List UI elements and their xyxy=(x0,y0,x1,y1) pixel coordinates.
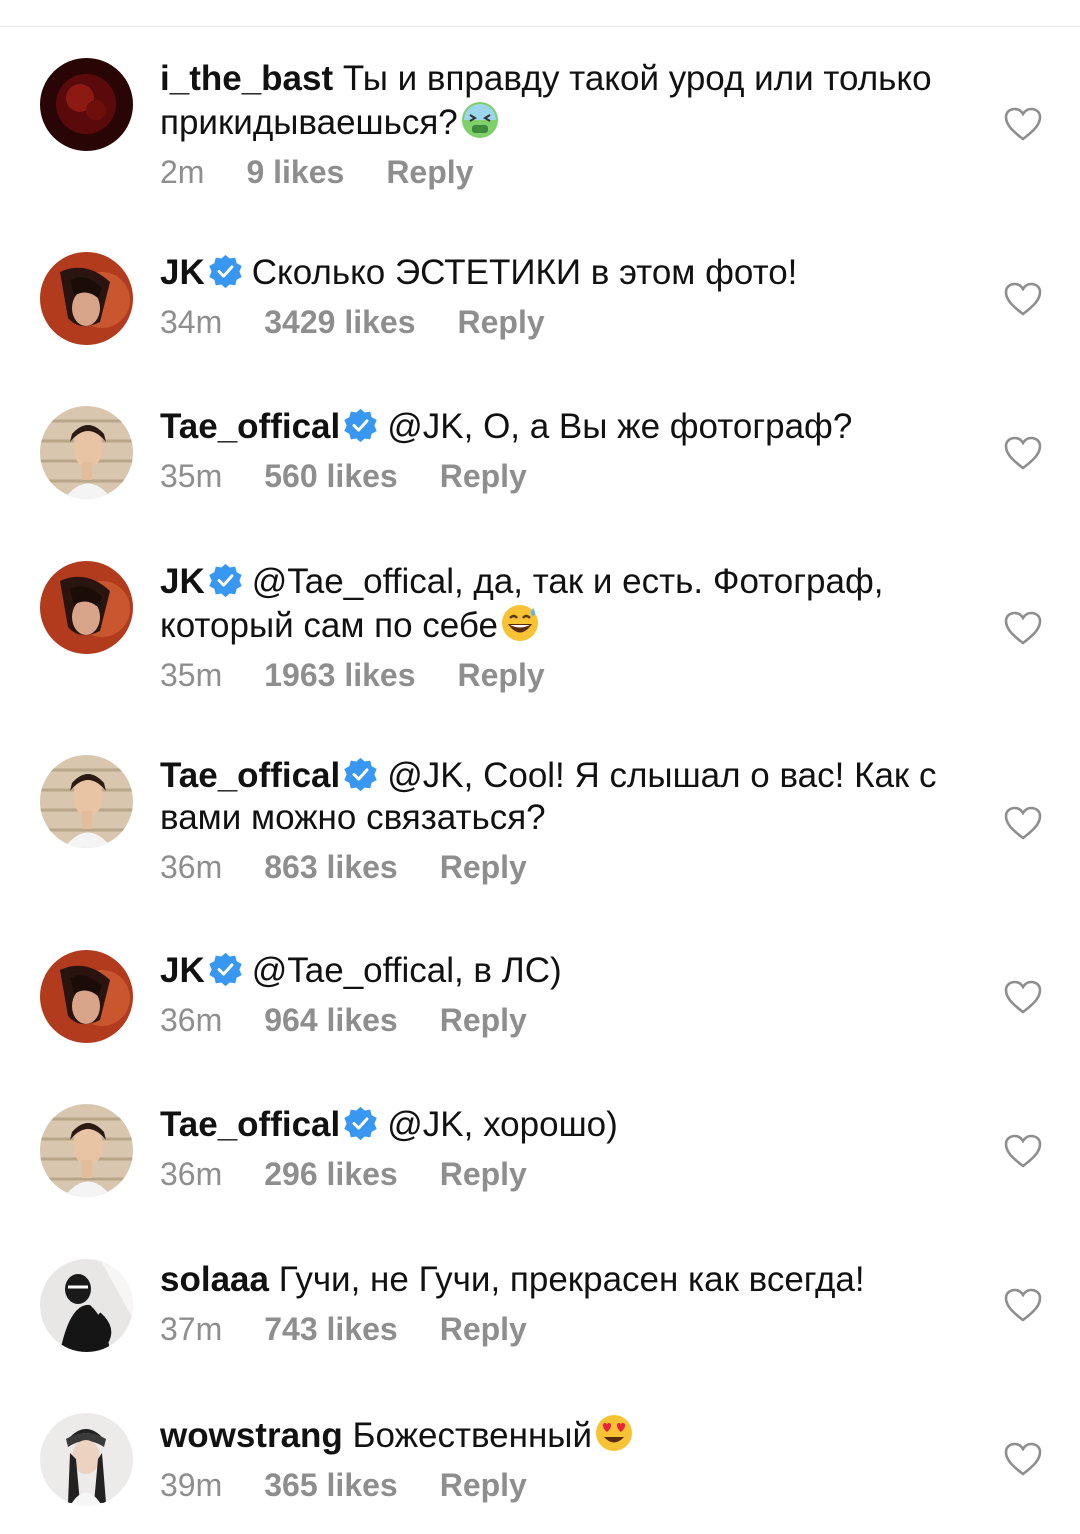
comment-username[interactable]: wowstrang xyxy=(160,1416,343,1455)
verified-badge-icon xyxy=(342,407,379,444)
comment-likes[interactable]: 9 likes xyxy=(246,152,344,192)
comment-text: Божественный xyxy=(352,1416,593,1455)
avatar[interactable] xyxy=(40,1104,133,1197)
comment-likes[interactable]: 964 likes xyxy=(264,1000,397,1040)
comment-likes[interactable]: 1963 likes xyxy=(264,655,415,695)
comment-text: @Tae_offical, в ЛС) xyxy=(251,951,562,990)
like-heart-icon[interactable] xyxy=(1003,106,1043,142)
reply-button[interactable]: Reply xyxy=(440,1309,527,1349)
reply-button[interactable]: Reply xyxy=(386,152,473,192)
comment-time: 39m xyxy=(160,1467,223,1503)
verified-badge-icon xyxy=(207,951,244,988)
comment-time: 34m xyxy=(160,304,223,340)
comment-text: @JK, О, а Вы же фотограф? xyxy=(387,407,853,446)
reply-button[interactable]: Reply xyxy=(458,655,545,695)
comment-username[interactable]: Tae_offical xyxy=(160,756,340,795)
comment-text: Сколько ЭСТЕТИКИ в этом фото! xyxy=(251,253,798,292)
verified-badge-icon xyxy=(207,562,244,599)
comment-username[interactable]: Tae_offical xyxy=(160,407,340,446)
like-heart-icon[interactable] xyxy=(1003,435,1043,471)
reply-button[interactable]: Reply xyxy=(458,302,545,342)
comment-time: 2m xyxy=(160,154,205,190)
reply-button[interactable]: Reply xyxy=(440,1154,527,1194)
verified-badge-icon xyxy=(342,1105,379,1142)
reply-button[interactable]: Reply xyxy=(440,1000,527,1040)
comment-text: @JK, хорошо) xyxy=(387,1105,618,1144)
like-heart-icon[interactable] xyxy=(1003,610,1043,646)
top-divider xyxy=(0,26,1080,27)
comment-likes[interactable]: 296 likes xyxy=(264,1154,397,1194)
reply-button[interactable]: Reply xyxy=(440,1465,527,1505)
comment-time: 35m xyxy=(160,458,223,494)
reply-button[interactable]: Reply xyxy=(440,456,527,496)
reply-button[interactable]: Reply xyxy=(440,847,527,887)
heart-eyes-icon xyxy=(594,1413,634,1453)
like-heart-icon[interactable] xyxy=(1003,1287,1043,1323)
comment-time: 36m xyxy=(160,1156,223,1192)
comment-username[interactable]: JK xyxy=(160,951,205,990)
comment-time: 35m xyxy=(160,657,223,693)
avatar[interactable] xyxy=(40,755,133,848)
comment-likes[interactable]: 365 likes xyxy=(264,1465,397,1505)
verified-badge-icon xyxy=(342,756,379,793)
comment-username[interactable]: JK xyxy=(160,253,205,292)
comment-username[interactable]: Tae_offical xyxy=(160,1105,340,1144)
like-heart-icon[interactable] xyxy=(1003,979,1043,1015)
comment-username[interactable]: solaaa xyxy=(160,1260,269,1299)
comment-time: 37m xyxy=(160,1311,223,1347)
verified-badge-icon xyxy=(207,253,244,290)
like-heart-icon[interactable] xyxy=(1003,1133,1043,1169)
avatar[interactable] xyxy=(40,252,133,345)
grinning-sweat-icon xyxy=(500,603,540,643)
avatar[interactable] xyxy=(40,1259,133,1352)
like-heart-icon[interactable] xyxy=(1003,805,1043,841)
comment-likes[interactable]: 560 likes xyxy=(264,456,397,496)
like-heart-icon[interactable] xyxy=(1003,281,1043,317)
comment-likes[interactable]: 863 likes xyxy=(264,847,397,887)
like-heart-icon[interactable] xyxy=(1003,1441,1043,1477)
comment-time: 36m xyxy=(160,849,223,885)
avatar[interactable] xyxy=(40,58,133,151)
comment-likes[interactable]: 743 likes xyxy=(264,1309,397,1349)
comment-likes[interactable]: 3429 likes xyxy=(264,302,415,342)
comment-text: Гучи, не Гучи, прекрасен как всегда! xyxy=(278,1260,865,1299)
comment-time: 36m xyxy=(160,1002,223,1038)
avatar[interactable] xyxy=(40,561,133,654)
avatar[interactable] xyxy=(40,406,133,499)
avatar[interactable] xyxy=(40,950,133,1043)
comment-username[interactable]: i_the_bast xyxy=(160,59,333,98)
avatar[interactable] xyxy=(40,1413,133,1506)
nauseated-face-icon xyxy=(460,100,500,140)
comment-username[interactable]: JK xyxy=(160,562,205,601)
